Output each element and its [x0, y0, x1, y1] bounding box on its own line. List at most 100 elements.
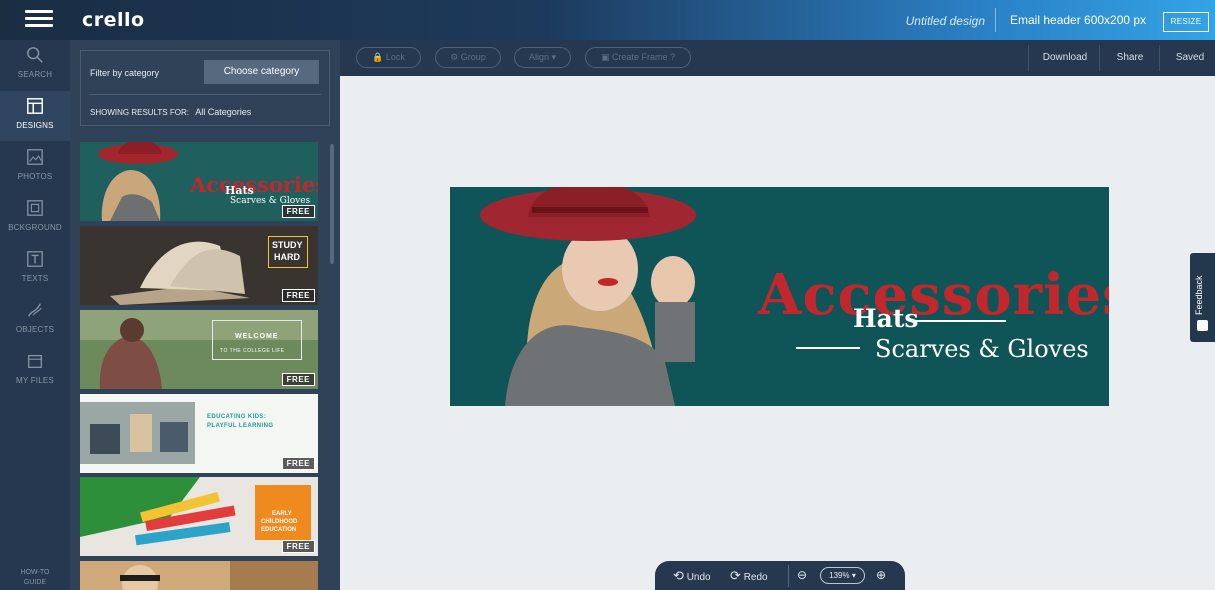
- share-button[interactable]: Share: [1105, 40, 1155, 76]
- template-tile-welcome-college[interactable]: WELCOME TO THE COLLEGE LIFE FREE: [80, 310, 318, 389]
- redo-label: Redo: [743, 572, 768, 583]
- tile-frame: [212, 320, 302, 360]
- photo-icon: [27, 149, 43, 165]
- undo-label: Undo: [686, 572, 711, 583]
- group-label: Group: [460, 52, 486, 62]
- create-frame-button[interactable]: ▣ Create Frame ?: [585, 47, 691, 68]
- tile-line2: TO THE COLLEGE LIFE: [220, 348, 285, 354]
- zoom-select[interactable]: 139% ▾: [820, 567, 865, 584]
- designs-panel: Filter by category Choose category SHOWI…: [70, 40, 340, 590]
- undo-button[interactable]: ⟲ Undo: [673, 561, 711, 590]
- nav-label: BCKGROUND: [8, 223, 62, 232]
- free-badge: FREE: [281, 289, 315, 302]
- nav-item-objects[interactable]: OBJECTS: [0, 295, 70, 345]
- template-tile-accessories[interactable]: Accessories Hats Scarves & Gloves FREE: [80, 142, 318, 221]
- group-button[interactable]: ⚙ Group: [435, 47, 501, 68]
- designs-icon: [27, 98, 43, 114]
- how-to-guide-link[interactable]: HOW-TO GUIDE: [0, 568, 70, 590]
- align-dropdown[interactable]: Align ▾: [514, 47, 571, 68]
- artwork-title[interactable]: Accessories: [758, 265, 1109, 325]
- help-icon: ?: [670, 52, 676, 62]
- artwork-rule: [796, 347, 860, 349]
- howto-line1: HOW-TO: [20, 569, 50, 576]
- lock-button[interactable]: 🔒 Lock: [356, 47, 421, 68]
- nav-item-texts[interactable]: TEXTS: [0, 244, 70, 294]
- template-tile-study-hard[interactable]: STUDY HARD FREE: [80, 226, 318, 305]
- redo-icon: ⟳: [730, 568, 741, 583]
- howto-line2: GUIDE: [23, 579, 47, 586]
- search-icon: [27, 47, 43, 63]
- filter-divider: [89, 94, 321, 95]
- toolbar-divider: [1028, 45, 1029, 71]
- nav-item-photos[interactable]: PHOTOS: [0, 142, 70, 192]
- nav-label: DESIGNS: [16, 121, 54, 130]
- nav-label: TEXTS: [21, 274, 49, 283]
- feedback-tab[interactable]: Feedback: [1190, 253, 1215, 342]
- free-badge: FREE: [281, 205, 315, 218]
- toolbar-divider: [1099, 45, 1100, 71]
- tile-line1: EARLY: [272, 511, 292, 517]
- choose-category-button[interactable]: Choose category: [204, 60, 319, 84]
- format-label: Email header 600x200 px: [1010, 13, 1147, 27]
- zoom-out-icon[interactable]: ⊖: [797, 561, 807, 590]
- download-button[interactable]: Download: [1035, 40, 1095, 76]
- free-badge: FREE: [281, 457, 315, 470]
- artwork-rule: [916, 320, 1006, 322]
- saved-status: Saved: [1175, 52, 1205, 63]
- editor-toolbar: 🔒 Lock ⚙ Group Align ▾ ▣ Create Frame ? …: [340, 40, 1215, 76]
- panel-scrollbar[interactable]: [330, 144, 334, 264]
- lock-label: Lock: [385, 52, 405, 62]
- tile-image: [80, 561, 318, 590]
- nav-item-background[interactable]: BCKGROUND: [0, 193, 70, 243]
- resize-button[interactable]: RESIZE: [1163, 12, 1209, 32]
- template-tile-early-childhood[interactable]: EARLY CHILDHOOD EDUCATION FREE: [80, 477, 318, 556]
- toolbar-divider: [1159, 45, 1160, 71]
- nav-label: SEARCH: [17, 70, 53, 79]
- top-bar: crello Untitled design Email header 600x…: [0, 0, 1215, 40]
- artwork-line1[interactable]: Hats: [853, 304, 918, 333]
- tile-line2: PLAYFUL LEARNING: [207, 423, 274, 429]
- design-title[interactable]: Untitled design: [880, 14, 985, 28]
- nav-item-search[interactable]: SEARCH: [0, 40, 70, 90]
- template-tile-partial[interactable]: [80, 561, 318, 590]
- tile-line1: STUDY: [272, 240, 303, 250]
- free-badge: FREE: [281, 373, 315, 386]
- template-tile-educating-kids[interactable]: EDUCATING KIDS: PLAYFUL LEARNING FREE: [80, 394, 318, 473]
- folder-icon: [28, 354, 42, 368]
- left-nav: SEARCH DESIGNS PHOTOS BCKGROUND TEXTS OB…: [0, 40, 70, 590]
- showing-results: SHOWING RESULTS FOR: All Categories: [90, 107, 251, 117]
- undo-icon: ⟲: [673, 568, 684, 583]
- tile-line2: CHILDHOOD: [261, 519, 298, 525]
- text-icon: [27, 251, 43, 267]
- filter-box: Filter by category Choose category SHOWI…: [80, 50, 330, 126]
- background-icon: [27, 200, 43, 216]
- feedback-label: Feedback: [1194, 275, 1204, 315]
- nav-item-my-files[interactable]: MY FILES: [0, 346, 70, 396]
- zoom-undo-bar: ⟲ Undo ⟳ Redo ⊖ 139% ▾ ⊕: [655, 561, 905, 590]
- artwork-line2[interactable]: Scarves & Gloves: [875, 335, 1089, 363]
- nav-label: OBJECTS: [15, 325, 55, 334]
- tile-line1: WELCOME: [235, 333, 279, 340]
- tile-line3: EDUCATION: [261, 527, 297, 533]
- zoom-in-icon[interactable]: ⊕: [876, 561, 886, 590]
- showing-label: SHOWING RESULTS FOR:: [90, 108, 189, 117]
- nav-label: MY FILES: [16, 376, 54, 385]
- tile-title: Accessories: [190, 172, 318, 197]
- objects-icon: [28, 303, 42, 317]
- align-label: Align ▾: [528, 52, 557, 62]
- redo-button[interactable]: ⟳ Redo: [730, 561, 768, 590]
- design-canvas[interactable]: Accessories Hats Scarves & Gloves: [450, 187, 1109, 406]
- menu-button[interactable]: [25, 10, 53, 30]
- showing-value: All Categories: [195, 107, 252, 117]
- bottom-divider: [788, 565, 789, 587]
- create-frame-label: Create Frame: [611, 52, 668, 62]
- nav-item-designs[interactable]: DESIGNS: [0, 91, 70, 141]
- smile-icon: [1197, 320, 1208, 331]
- filter-label: Filter by category: [90, 68, 160, 78]
- tile-line1: EDUCATING KIDS:: [207, 414, 267, 420]
- nav-label: PHOTOS: [17, 172, 53, 181]
- tile-line2: HARD: [274, 252, 300, 262]
- free-badge: FREE: [281, 540, 315, 553]
- app-logo[interactable]: crello: [82, 9, 145, 31]
- topbar-divider: [995, 8, 996, 32]
